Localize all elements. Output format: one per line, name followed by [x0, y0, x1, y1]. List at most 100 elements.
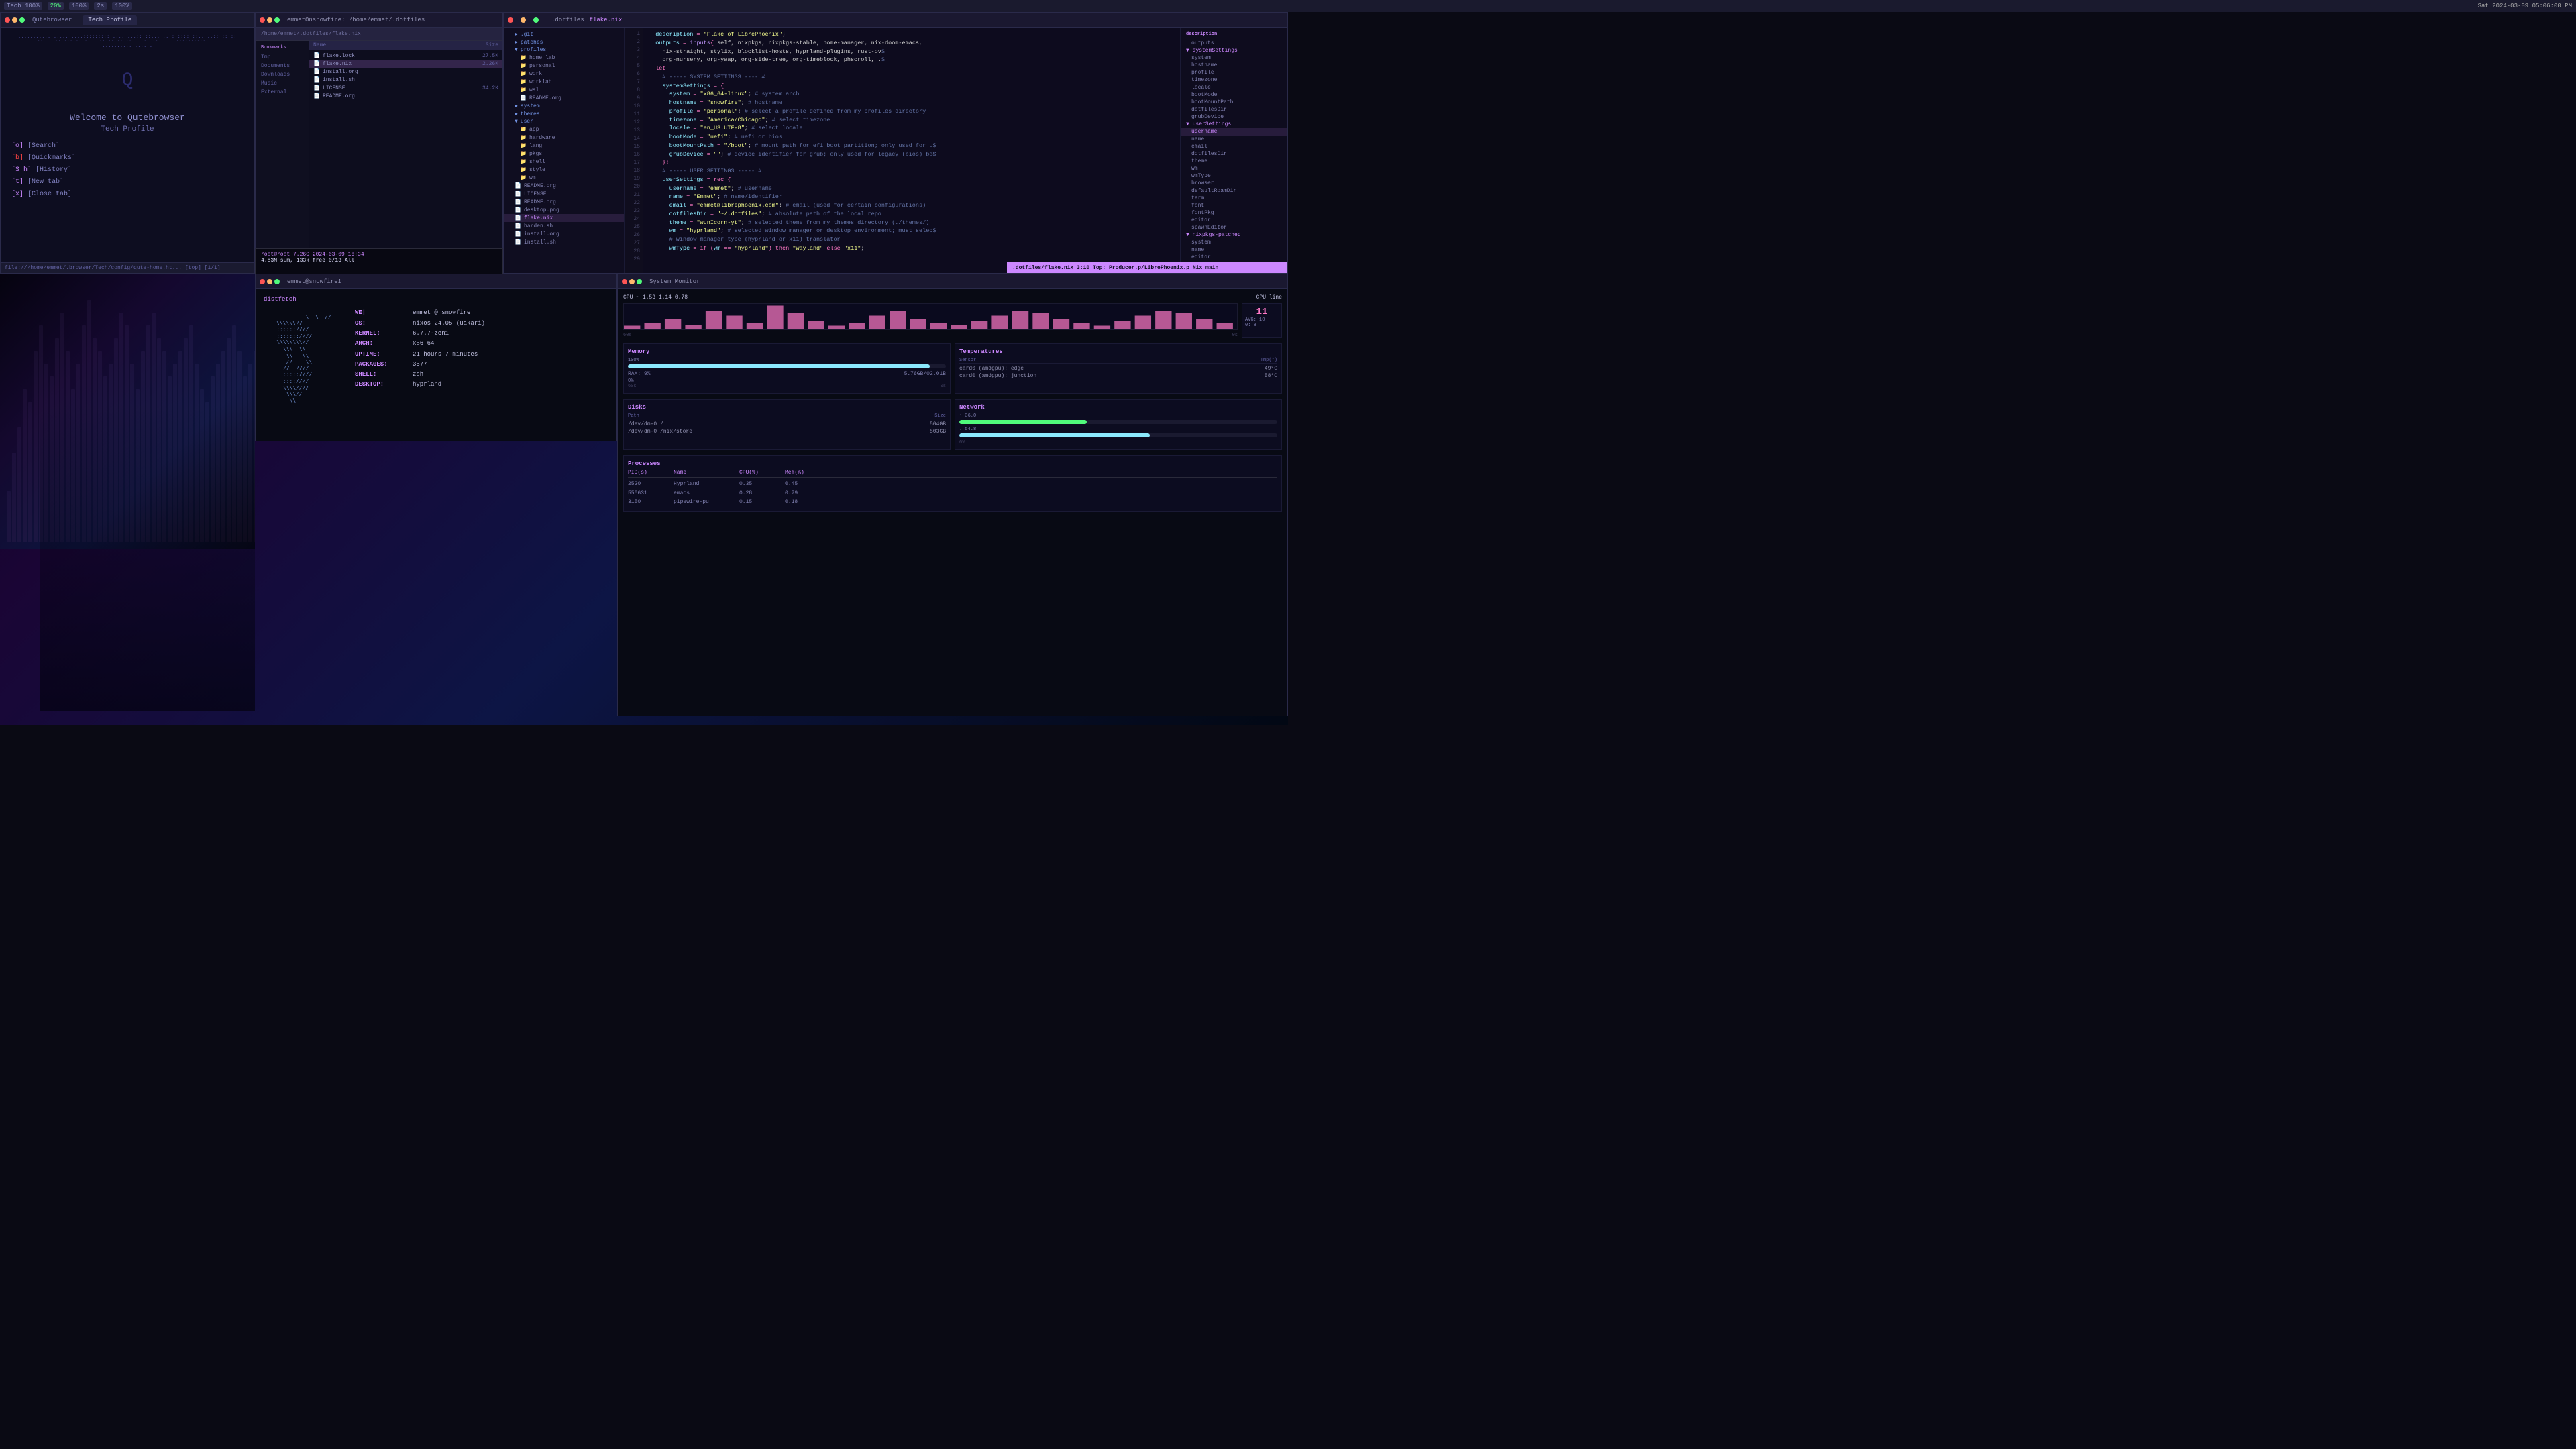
ft-license[interactable]: 📄 LICENSE [504, 190, 624, 198]
fm-sidebar-music[interactable]: Music [256, 79, 309, 88]
fm-sidebar-tmp[interactable]: Tmp [256, 53, 309, 62]
mem-temp-row: Memory 100% RAM: 9% 5.76GB/02.01B 0% 60s… [623, 343, 1282, 394]
editor-max-btn[interactable] [533, 17, 539, 23]
ft2-email[interactable]: email [1181, 143, 1287, 150]
fm-row-installsh[interactable]: 📄 install.sh [309, 76, 502, 84]
ft2-dotfilesdir[interactable]: dotfilesDir [1181, 106, 1287, 113]
ft2-wm[interactable]: wm [1181, 165, 1287, 172]
ft2-np-editor[interactable]: editor [1181, 254, 1287, 261]
ft-user[interactable]: ▼ user [504, 118, 624, 125]
ft-git[interactable]: ▶ .git [504, 30, 624, 38]
ft-pkgs[interactable]: 📁 pkgs [504, 150, 624, 158]
ft2-fontpkg[interactable]: fontPkg [1181, 209, 1287, 217]
ft-wm[interactable]: 📁 wm [504, 174, 624, 182]
ft2-usersettings[interactable]: ▼ userSettings [1181, 121, 1287, 128]
min-btn[interactable] [12, 17, 17, 23]
fm-sidebar-docs[interactable]: Documents [256, 62, 309, 70]
menu-newtab[interactable]: [t] [New tab] [11, 176, 244, 189]
ft2-locale[interactable]: locale [1181, 84, 1287, 91]
ft-personal[interactable]: 📁 personal [504, 62, 624, 70]
editor-close-btn[interactable] [508, 17, 513, 23]
fm-row-installorg[interactable]: 📄 install.org [309, 68, 502, 76]
fm-row-flakelock[interactable]: 📄 flake.lock 27.5K [309, 52, 502, 60]
ft2-profile[interactable]: profile [1181, 69, 1287, 76]
nf-close-btn[interactable] [260, 279, 265, 284]
sm-min-btn[interactable] [629, 279, 635, 284]
editor-min-btn[interactable] [521, 17, 526, 23]
ft2-browser[interactable]: browser [1181, 180, 1287, 187]
ft-shell[interactable]: 📁 shell [504, 158, 624, 166]
statusbar-left: Tech 100% 20% 100% 2s 100% [4, 2, 132, 10]
fm-sidebar-dl[interactable]: Downloads [256, 70, 309, 79]
ft2-nixpkgs[interactable]: ▼ nixpkgs-patched [1181, 231, 1287, 239]
ft2-term[interactable]: term [1181, 195, 1287, 202]
ft-homelab[interactable]: 📁 home lab [504, 54, 624, 62]
ft-readme2[interactable]: 📄 README.org [504, 182, 624, 190]
ft2-spawnedit[interactable]: spawnEditor [1181, 224, 1287, 231]
ft2-theme[interactable]: theme [1181, 158, 1287, 165]
ft-lang[interactable]: 📁 lang [504, 142, 624, 150]
code-content[interactable]: description = "Flake of LibrePhoenix"; o… [643, 28, 1180, 273]
max-btn[interactable] [19, 17, 25, 23]
ft-installorg[interactable]: 📄 install.org [504, 230, 624, 238]
ft-readme1[interactable]: 📄 README.org [504, 94, 624, 102]
ft-app[interactable]: 📁 app [504, 125, 624, 133]
ft2-outputs[interactable]: outputs [1181, 40, 1287, 47]
fm-row-license[interactable]: 📄 LICENSE 34.2K [309, 84, 502, 92]
fm-min-btn[interactable] [267, 17, 272, 23]
menu-search[interactable]: [o] [Search] [11, 140, 244, 152]
mem-value: 5.76GB/02.01B [904, 371, 946, 377]
ft2-np-system[interactable]: system [1181, 239, 1287, 246]
ft2-bootmode[interactable]: bootMode [1181, 91, 1287, 99]
ft2-dotfilesdir2[interactable]: dotfilesDir [1181, 150, 1287, 158]
sm-max-btn[interactable] [637, 279, 642, 284]
ft-hardensh[interactable]: 📄 harden.sh [504, 222, 624, 230]
ft2-bootmount[interactable]: bootMountPath [1181, 99, 1287, 106]
ft2-wmtype[interactable]: wmType [1181, 172, 1287, 180]
ft2-username[interactable]: username [1181, 128, 1287, 136]
nf-row-arch: ARCH: x86_64 [355, 339, 608, 349]
ft-wsl[interactable]: 📁 wsl [504, 86, 624, 94]
ft2-system[interactable]: system [1181, 54, 1287, 62]
ft2-timezone[interactable]: timezone [1181, 76, 1287, 84]
menu-closetab[interactable]: [x] [Close tab] [11, 189, 244, 201]
qutebrowser-menu: [o] [Search] [b] [Quickmarks] [S h] [His… [11, 140, 244, 201]
ft-themes[interactable]: ▶ themes [504, 110, 624, 118]
fm-row-flakenix[interactable]: 📄 flake.nix 2.26K [309, 60, 502, 68]
ft2-defaultroam[interactable]: defaultRoamDir [1181, 187, 1287, 195]
fm-max-btn[interactable] [274, 17, 280, 23]
fm-close-btn[interactable] [260, 17, 265, 23]
ft2-editor[interactable]: editor [1181, 217, 1287, 224]
ft2-syssettings[interactable]: ▼ systemSettings [1181, 47, 1287, 54]
menu-quickmarks[interactable]: [b] [Quickmarks] [11, 152, 244, 164]
ft-flakenix[interactable]: 📄 flake.nix [504, 214, 624, 222]
nf-min-btn[interactable] [267, 279, 272, 284]
ft-worklab-label: worklab [529, 79, 552, 85]
ft2-font[interactable]: font [1181, 202, 1287, 209]
ft-readme3[interactable]: 📄 README.org [504, 198, 624, 206]
sm-close-btn[interactable] [622, 279, 627, 284]
ft-patches[interactable]: ▶ patches [504, 38, 624, 46]
ft2-name[interactable]: name [1181, 136, 1287, 143]
ft-worklab[interactable]: 📁 worklab [504, 78, 624, 86]
close-btn[interactable] [5, 17, 10, 23]
qutebrowser-tab[interactable]: Tech Profile [83, 15, 137, 25]
ft-installsh[interactable]: 📄 install.sh [504, 238, 624, 246]
ft-hardware[interactable]: 📁 hardware [504, 133, 624, 142]
nf-value-arch: x86_64 [413, 339, 434, 349]
fm-row-readme[interactable]: 📄 README.org [309, 92, 502, 100]
ft2-np-name[interactable]: name [1181, 246, 1287, 254]
qute-logo: Q [101, 54, 154, 107]
menu-nt-label: [New tab] [28, 178, 64, 186]
ft-system[interactable]: ▶ system [504, 102, 624, 110]
ft-style[interactable]: 📁 style [504, 166, 624, 174]
ft-work[interactable]: 📁 work [504, 70, 624, 78]
ft-desktop[interactable]: 📄 desktop.png [504, 206, 624, 214]
temp-name-1: card0 (amdgpu): edge [959, 366, 1024, 372]
menu-history[interactable]: [S h] [History] [11, 164, 244, 176]
ft-profiles[interactable]: ▼ profiles [504, 46, 624, 54]
fm-sidebar-ext[interactable]: External [256, 88, 309, 97]
nf-max-btn[interactable] [274, 279, 280, 284]
ft2-grubdev[interactable]: grubDevice [1181, 113, 1287, 121]
ft2-hostname[interactable]: hostname [1181, 62, 1287, 69]
